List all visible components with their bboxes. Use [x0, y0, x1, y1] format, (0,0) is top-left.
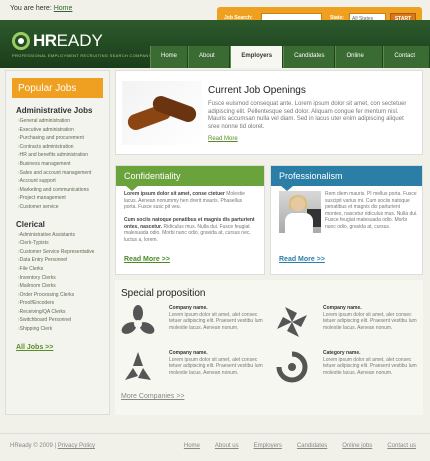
sidebar-item[interactable]: Inventory Clerks: [18, 274, 109, 283]
nav-online-jobs[interactable]: Online jobs: [335, 46, 383, 79]
footer-link-about-us[interactable]: About us: [215, 443, 239, 449]
professionalism-read-more[interactable]: Read More >>: [279, 256, 325, 263]
footer-link-candidates[interactable]: Candidates: [297, 443, 327, 449]
footer-link-online-jobs[interactable]: Online jobs: [342, 443, 372, 449]
sidebar-item[interactable]: Order Processing Clerks: [18, 291, 109, 300]
professionalism-title: Professionalism: [271, 166, 422, 186]
sidebar-item[interactable]: Administrative Assistants: [18, 231, 109, 240]
special-item-text: Lorem ipsum dolor sit amet, alet consec …: [169, 357, 263, 376]
sidebar-title: Popular Jobs: [12, 78, 103, 98]
sidebar-section-clerical: Clerical: [16, 219, 45, 229]
logo-brand-bold: HR: [33, 31, 57, 50]
sidebar-item[interactable]: Project management: [18, 194, 109, 203]
special-item[interactable]: Category name. Lorem ipsum dolor sit ame…: [275, 350, 417, 386]
breadcrumb: You are here: Home: [10, 5, 72, 12]
more-companies-link[interactable]: More Companies >>: [121, 393, 184, 400]
sidebar-item[interactable]: Purchasing and procurement: [18, 134, 109, 143]
woman-at-computer-image: [279, 191, 321, 233]
special-item-name: Company name.: [169, 350, 208, 356]
sidebar-item[interactable]: Mailroom Clerks: [18, 282, 109, 291]
confidentiality-text: Lorem ipsum dolor sit amet, conse ctetue…: [124, 191, 256, 243]
sidebar-item[interactable]: HR and benefits administration: [18, 151, 109, 160]
breadcrumb-home-link[interactable]: Home: [54, 5, 73, 12]
job-openings-panel: Current Job Openings Fusce euismod conse…: [115, 70, 423, 155]
pinwheel-icon: [277, 307, 307, 337]
sidebar-item[interactable]: Contracts administration: [18, 143, 109, 152]
footer-link-contact-us[interactable]: Contact us: [387, 443, 416, 449]
special-proposition-title: Special proposition: [121, 288, 206, 299]
nav-about-us[interactable]: About us: [188, 46, 230, 79]
sidebar-item[interactable]: File Clerks: [18, 265, 109, 274]
privacy-policy-link[interactable]: Privacy Policy: [58, 443, 95, 449]
handshake-image: [122, 81, 202, 145]
logo[interactable]: HR EADY: [12, 31, 103, 51]
sidebar: Popular Jobs Administrative Jobs General…: [5, 70, 110, 415]
copyright-text: HReady © 2009 |: [10, 443, 57, 449]
confidentiality-panel: Confidentiality Lorem ipsum dolor sit am…: [115, 165, 265, 275]
person-body-shape: [285, 213, 313, 233]
sidebar-item[interactable]: Sales and account management: [18, 169, 109, 178]
confidentiality-read-more[interactable]: Read More >>: [124, 256, 170, 263]
job-openings-text: Fusce euismod consequat ante. Lorem ipsu…: [208, 101, 407, 130]
main-nav: Home About us Employers Candidates Onlin…: [150, 46, 430, 79]
sidebar-item[interactable]: Shipping Clerk: [18, 325, 109, 334]
special-item[interactable]: Company name. Lorem ipsum dolor sit amet…: [121, 350, 263, 386]
person-head-shape: [291, 197, 305, 211]
special-item-text: Lorem ipsum dolor sit amet, alet consec …: [323, 357, 417, 376]
all-jobs-link[interactable]: All Jobs >>: [16, 344, 109, 351]
logo-mark-icon: [12, 32, 30, 50]
sidebar-item[interactable]: Switchboard Personnel: [18, 316, 109, 325]
logo-brand-rest: EADY: [56, 31, 103, 50]
copyright: HReady © 2009 | Privacy Policy: [10, 443, 95, 449]
footer-link-home[interactable]: Home: [184, 443, 200, 449]
special-item-text: Lorem ipsum dolor sit amet, alet consec …: [169, 312, 263, 331]
sidebar-item[interactable]: Clerk-Typists: [18, 239, 109, 248]
footer-link-employers[interactable]: Employers: [254, 443, 282, 449]
sidebar-item[interactable]: Proof/Encoders: [18, 299, 109, 308]
nav-employers[interactable]: Employers: [230, 46, 283, 68]
sidebar-section-administrative: Administrative Jobs: [16, 106, 93, 115]
sidebar-item[interactable]: Marketing and communications: [18, 186, 109, 195]
job-openings-read-more[interactable]: Read More: [208, 136, 238, 142]
special-item-name: Category name.: [323, 350, 361, 356]
sidebar-item[interactable]: Customer service: [18, 203, 109, 212]
sidebar-item[interactable]: Account support: [18, 177, 109, 186]
sidebar-item[interactable]: Business management: [18, 160, 109, 169]
special-item-name: Company name.: [169, 305, 208, 311]
trefoil-icon: [121, 305, 155, 334]
special-item[interactable]: Company name. Lorem ipsum dolor sit amet…: [275, 305, 417, 341]
confidentiality-title: Confidentiality: [116, 166, 264, 186]
sidebar-item[interactable]: General administration: [18, 117, 109, 126]
tagline: PROFESSIONAL EMPLOYMENT RECRUITING SEARC…: [12, 53, 152, 58]
special-proposition-panel: Special proposition Company name. Lorem …: [115, 280, 423, 415]
breadcrumb-prefix: You are here:: [10, 5, 52, 12]
circle-swirl-icon: [276, 351, 308, 383]
footer-nav: Home About us Employers Candidates Onlin…: [169, 443, 416, 449]
job-openings-title: Current Job Openings: [208, 85, 306, 96]
triangle-swirl-icon: [125, 352, 151, 380]
sidebar-item[interactable]: Data Entry Personnel: [18, 256, 109, 265]
confidentiality-lead: Lorem ipsum dolor sit amet, conse ctetue…: [124, 191, 225, 197]
sidebar-item[interactable]: Receiving/QA Clerks: [18, 308, 109, 317]
professionalism-panel: Professionalism Rem diem mauris. PI mell…: [270, 165, 423, 275]
nav-contact-us[interactable]: Contact us: [383, 46, 429, 79]
sidebar-item[interactable]: Executive administration: [18, 126, 109, 135]
footer: HReady © 2009 | Privacy Policy Home Abou…: [0, 433, 430, 461]
sidebar-item[interactable]: Customer Service Representative: [18, 248, 109, 257]
special-item-name: Company name.: [323, 305, 362, 311]
nav-candidates[interactable]: Candidates: [283, 46, 335, 68]
professionalism-text: Rem diem mauris. PI mellus porta. Fusce …: [325, 191, 418, 230]
special-item[interactable]: Company name. Lorem ipsum dolor sit amet…: [121, 305, 263, 341]
nav-home[interactable]: Home: [150, 46, 188, 68]
special-item-text: Lorem ipsum dolor sit amet, aler consec …: [323, 312, 417, 331]
